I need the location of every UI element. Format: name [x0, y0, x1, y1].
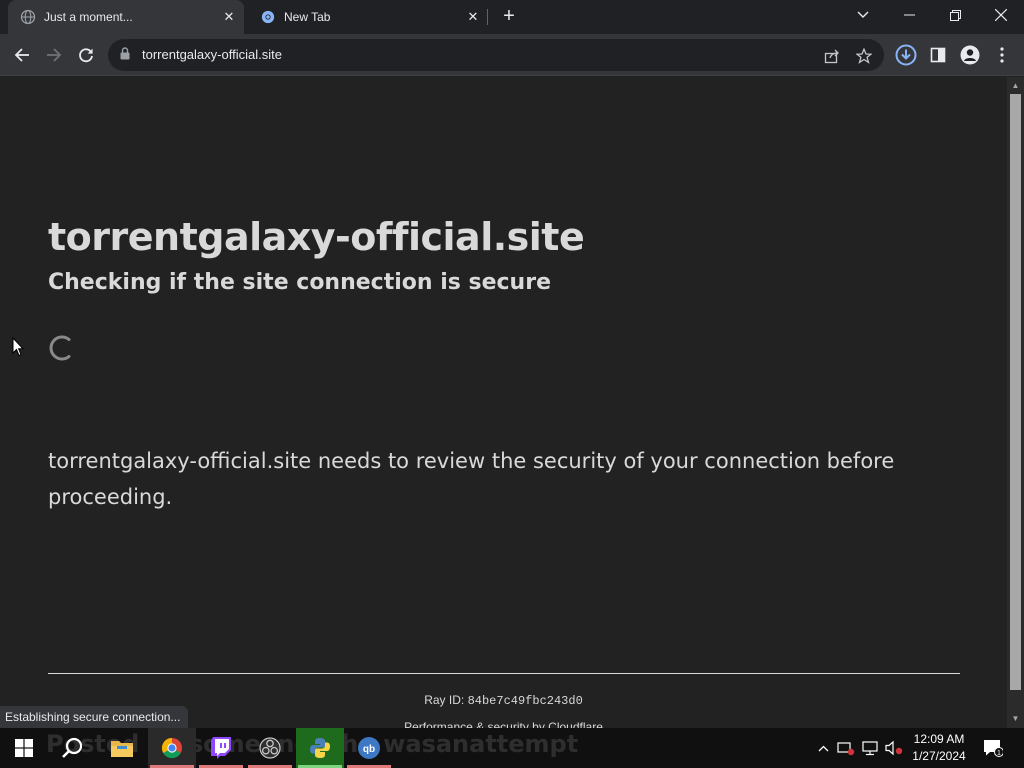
- clock-date: 1/27/2024: [912, 749, 966, 763]
- vertical-scrollbar[interactable]: ▲ ▼: [1007, 77, 1024, 728]
- new-tab-button[interactable]: +: [499, 6, 519, 27]
- download-icon[interactable]: [894, 43, 918, 67]
- obs-icon[interactable]: [246, 728, 294, 768]
- scroll-up-icon[interactable]: ▲: [1011, 81, 1020, 90]
- network-warning-icon[interactable]: [836, 728, 856, 768]
- cloudflare-link[interactable]: Cloudflare: [548, 720, 603, 728]
- clock-time: 12:09 AM: [913, 732, 965, 746]
- notification-count: 1: [997, 750, 1001, 757]
- notification-center-icon[interactable]: 1: [980, 728, 1006, 768]
- loading-spinner-icon: [48, 335, 74, 361]
- system-clock[interactable]: 12:09 AM 1/27/2024: [906, 731, 972, 765]
- share-icon[interactable]: [822, 46, 842, 66]
- lock-icon[interactable]: [120, 47, 130, 65]
- chrome-icon: [260, 9, 276, 25]
- page-title: torrentgalaxy-official.site: [48, 215, 585, 259]
- volume-muted-icon[interactable]: [884, 728, 904, 768]
- globe-icon: [20, 9, 36, 25]
- python-icon[interactable]: [296, 728, 344, 768]
- close-tab-icon[interactable]: ✕: [220, 8, 238, 26]
- tab-just-a-moment[interactable]: Just a moment... ✕: [8, 0, 244, 34]
- qbittorrent-icon[interactable]: qb: [345, 728, 393, 768]
- twitch-icon[interactable]: [197, 728, 245, 768]
- windows-taskbar: Posted by someone who wasanattempt qb: [0, 728, 1024, 768]
- bookmark-star-icon[interactable]: [854, 46, 874, 66]
- scrollbar-thumb[interactable]: [1010, 94, 1021, 690]
- mouse-cursor-icon: [12, 336, 25, 362]
- tab-new-tab[interactable]: New Tab ✕: [248, 0, 488, 34]
- start-icon[interactable]: [0, 728, 48, 768]
- back-icon[interactable]: [7, 40, 37, 70]
- address-bar[interactable]: torrentgalaxy-official.site: [108, 39, 884, 71]
- forward-icon[interactable]: [39, 40, 69, 70]
- reload-icon[interactable]: [71, 40, 101, 70]
- performance-text: Performance & security by: [404, 720, 545, 728]
- page-content: torrentgalaxy-official.site Checking if …: [0, 77, 1007, 728]
- profile-icon[interactable]: [958, 43, 982, 67]
- search-icon[interactable]: [48, 728, 96, 768]
- ethernet-icon[interactable]: [860, 728, 880, 768]
- minimize-icon[interactable]: [886, 0, 932, 30]
- tab-title: Just a moment...: [44, 10, 133, 24]
- browser-toolbar: torrentgalaxy-official.site: [0, 34, 1024, 76]
- ray-id-value: 84be7c49fbc243d0: [467, 694, 583, 708]
- url-text: torrentgalaxy-official.site: [142, 47, 282, 62]
- show-hidden-icons-icon[interactable]: [813, 728, 833, 768]
- tab-title: New Tab: [284, 10, 331, 24]
- menu-icon[interactable]: [990, 43, 1014, 67]
- close-tab-icon[interactable]: ✕: [464, 8, 482, 26]
- footer-divider: [48, 673, 960, 674]
- ray-id-label: Ray ID:: [424, 693, 465, 707]
- page-subtitle: Checking if the site connection is secur…: [48, 270, 551, 295]
- status-bubble: Establishing secure connection...: [0, 706, 189, 728]
- tab-strip: Just a moment... ✕ New Tab ✕ +: [0, 0, 1024, 34]
- side-panel-icon[interactable]: [926, 43, 950, 67]
- qbittorrent-label: qb: [363, 744, 375, 755]
- chrome-icon[interactable]: [148, 728, 196, 768]
- security-message: torrentgalaxy-official.site needs to rev…: [48, 449, 895, 509]
- scroll-down-icon[interactable]: ▼: [1011, 714, 1020, 723]
- tab-separator: [487, 9, 488, 25]
- file-explorer-icon[interactable]: [98, 728, 146, 768]
- restore-icon[interactable]: [932, 0, 978, 30]
- close-window-icon[interactable]: [978, 0, 1024, 30]
- tab-search-icon[interactable]: [840, 0, 886, 30]
